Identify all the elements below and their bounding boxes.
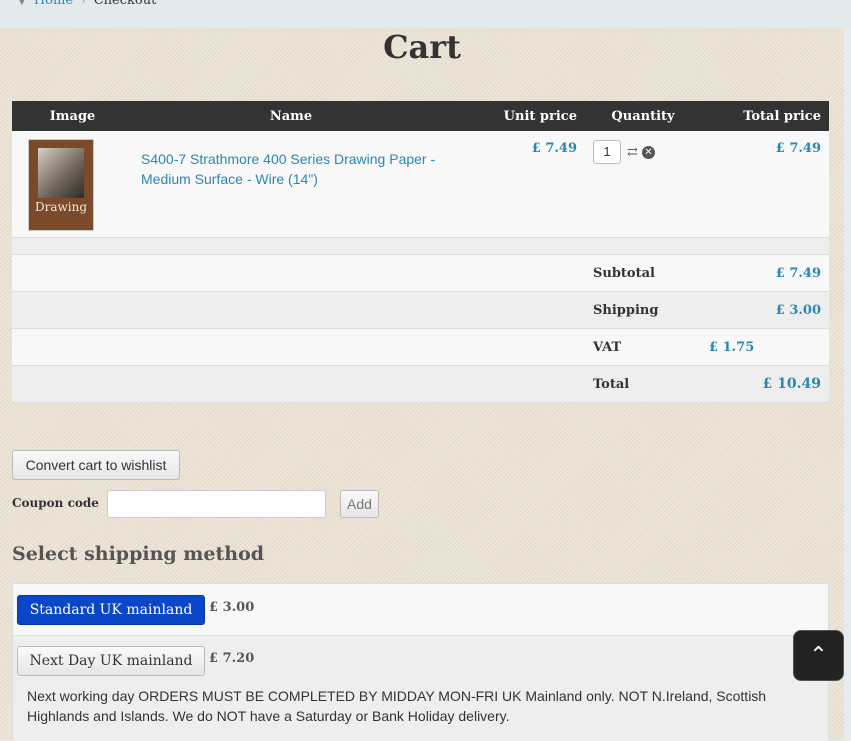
item-name-cell: S400-7 Strathmore 400 Series Drawing Pap…	[133, 131, 449, 238]
product-cover-art	[38, 148, 84, 198]
item-total-price-cell: £ 7.49	[701, 131, 829, 238]
subtotal-value: £ 7.49	[701, 254, 829, 292]
standard-shipping-price: £ 3.00	[209, 600, 255, 615]
breadcrumb-separator: ›	[81, 0, 86, 7]
total-value: £ 10.49	[701, 365, 829, 403]
table-row: Drawing S400-7 Strathmore 400 Series Dra…	[12, 131, 829, 238]
col-quantity: Quantity	[585, 101, 701, 131]
item-image-cell: Drawing	[12, 131, 133, 238]
convert-to-wishlist-button[interactable]: Convert cart to wishlist	[12, 450, 180, 480]
total-row: Total £ 10.49	[12, 365, 829, 403]
shipping-label: Shipping	[585, 291, 701, 329]
product-thumbnail[interactable]: Drawing	[28, 139, 94, 231]
coupon-label: Coupon code	[12, 496, 99, 510]
col-total-price: Total price	[701, 101, 829, 131]
item-quantity-cell: 1 ⇄ ✕	[585, 131, 701, 238]
table-spacer-row	[12, 237, 829, 255]
shipping-row: Shipping £ 3.00	[12, 291, 829, 329]
item-total-price: £ 7.49	[775, 141, 821, 156]
shipping-option-standard: Standard UK mainland £ 3.00	[13, 584, 828, 636]
subtotal-label: Subtotal	[585, 254, 701, 292]
standard-shipping-button[interactable]: Standard UK mainland	[17, 595, 205, 625]
col-unit-price: Unit price	[449, 101, 585, 131]
total-label: Total	[585, 365, 701, 403]
shipping-value: £ 3.00	[701, 291, 829, 329]
item-unit-price-cell: £ 7.49	[449, 131, 585, 238]
next-day-shipping-price: £ 7.20	[209, 651, 255, 666]
col-image: Image	[12, 101, 133, 131]
coupon-add-button[interactable]: Add	[340, 490, 379, 518]
page-gutter	[844, 28, 851, 740]
breadcrumb-home-link[interactable]: Home	[34, 0, 73, 8]
coupon-input[interactable]	[107, 490, 326, 518]
product-name-link[interactable]: S400-7 Strathmore 400 Series Drawing Pap…	[141, 149, 441, 189]
cart-table-header: Image Name Unit price Quantity Total pri…	[12, 101, 829, 131]
next-day-shipping-button[interactable]: Next Day UK mainland	[17, 646, 205, 676]
refresh-icon[interactable]: ⇄	[627, 145, 638, 160]
page-title: Cart	[383, 28, 461, 66]
quantity-controls: 1 ⇄ ✕	[593, 140, 693, 164]
chevron-up-icon[interactable]: ⌃	[793, 630, 844, 681]
quantity-input[interactable]: 1	[593, 140, 621, 164]
vat-row: VAT £ 1.75	[12, 328, 829, 366]
breadcrumb: ▼ Home › Checkout	[18, 0, 156, 8]
next-day-shipping-note: Next working day ORDERS MUST BE COMPLETE…	[27, 688, 767, 724]
close-circle-icon[interactable]: ✕	[641, 145, 655, 159]
breadcrumb-marker-icon: ▼	[18, 0, 26, 7]
top-bar: ▼ Home › Checkout	[0, 0, 851, 28]
shipping-option-next-day: Next Day UK mainland £ 7.20 Next working…	[13, 636, 828, 741]
product-thumbnail-text: Drawing	[34, 200, 88, 214]
vat-value: £ 1.75	[701, 328, 829, 366]
subtotal-row: Subtotal £ 7.49	[12, 254, 829, 292]
breadcrumb-current: Checkout	[93, 0, 157, 8]
unit-price: £ 7.49	[531, 141, 577, 156]
col-name: Name	[133, 101, 449, 131]
vat-label: VAT	[585, 328, 701, 366]
shipping-method-title: Select shipping method	[12, 543, 265, 565]
shipping-methods: Standard UK mainland £ 3.00 Next Day UK …	[12, 583, 829, 741]
cart-table: Image Name Unit price Quantity Total pri…	[12, 101, 829, 403]
